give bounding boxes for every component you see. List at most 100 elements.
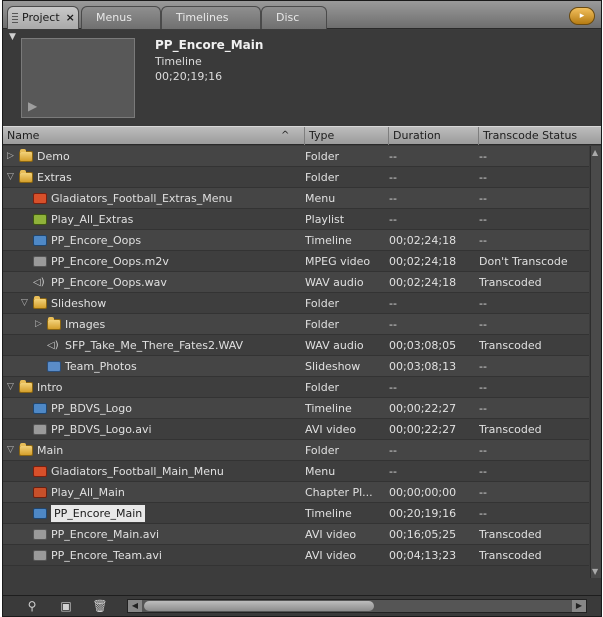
item-name[interactable]: Slideshow	[51, 293, 106, 314]
item-type: Slideshow	[305, 360, 361, 373]
video-icon	[33, 424, 47, 435]
item-duration: 00;03;08;13	[389, 360, 457, 373]
horizontal-scrollbar[interactable]: ◀ ▶	[127, 599, 587, 613]
grip-icon[interactable]	[12, 13, 18, 23]
scroll-right-icon[interactable]: ▶	[572, 600, 586, 612]
item-type: WAV audio	[305, 276, 364, 289]
timeline-icon	[33, 235, 47, 246]
item-name[interactable]: Main	[37, 440, 63, 461]
table-row[interactable]: PP_Encore_Main Timeline 00;20;19;16 --	[3, 503, 589, 524]
table-row[interactable]: ◁) SFP_Take_Me_There_Fates2.WAV WAV audio 0…	[3, 335, 589, 356]
folder-icon	[33, 296, 47, 309]
item-type: Folder	[305, 297, 339, 310]
table-row[interactable]: PP_BDVS_Logo Timeline 00;00;22;27 --	[3, 398, 589, 419]
header-status[interactable]: Transcode Status	[479, 127, 601, 145]
table-row[interactable]: ▽ Main Folder -- --	[3, 440, 589, 461]
project-panel: Project × Menus Timelines Disc ▸ ▼ ▶ PP_E…	[2, 0, 602, 617]
item-duration: 00;02;24;18	[389, 255, 457, 268]
expand-closed-icon[interactable]: ▷	[35, 314, 45, 335]
tab-project[interactable]: Project ×	[7, 6, 79, 29]
item-name[interactable]: PP_Encore_Oops.m2v	[51, 251, 169, 272]
table-row[interactable]: PP_BDVS_Logo.avi AVI video 00;00;22;27 Tran…	[3, 419, 589, 440]
item-name[interactable]: Extras	[37, 167, 72, 188]
item-duration: --	[389, 213, 397, 226]
table-row[interactable]: PP_Encore_Main.avi AVI video 00;16;05;25 Tr…	[3, 524, 589, 545]
name-cell: PP_Encore_Main	[3, 503, 303, 524]
header-name-label: Name	[7, 129, 40, 142]
item-type: AVI video	[305, 528, 357, 541]
name-cell: PP_Encore_Main.avi	[3, 524, 303, 545]
collapse-icon[interactable]: ▼	[9, 32, 16, 42]
item-name[interactable]: PP_Encore_Main	[51, 505, 146, 522]
scroll-up-icon[interactable]: ▲	[592, 148, 598, 157]
delete-icon[interactable]: 🗑	[91, 597, 109, 615]
item-status: --	[479, 318, 487, 331]
table-row[interactable]: Play_All_Main Chapter Pl... 00;00;00;00 --	[3, 482, 589, 503]
sort-ascending-icon[interactable]: ^	[281, 127, 289, 144]
table-row[interactable]: ▽ Intro Folder -- --	[3, 377, 589, 398]
item-name[interactable]: PP_BDVS_Logo	[51, 398, 132, 419]
name-cell: ▽ Main	[3, 440, 303, 461]
tab-disc[interactable]: Disc	[261, 6, 327, 29]
panel-menu-icon[interactable]: ▸	[569, 7, 595, 25]
name-cell: ▷ Images	[3, 314, 303, 335]
expand-open-icon[interactable]: ▽	[7, 440, 17, 461]
header-duration[interactable]: Duration	[389, 127, 479, 145]
item-name[interactable]: Gladiators_Football_Main_Menu	[51, 461, 224, 482]
item-status: --	[479, 402, 487, 415]
item-name[interactable]: Play_All_Main	[51, 482, 125, 503]
close-icon[interactable]: ×	[66, 11, 75, 24]
table-row[interactable]: Team_Photos Slideshow 00;03;08;13 --	[3, 356, 589, 377]
item-name[interactable]: Demo	[37, 146, 70, 167]
expand-open-icon[interactable]: ▽	[7, 167, 17, 188]
item-status: --	[479, 234, 487, 247]
item-type: Timeline	[305, 507, 352, 520]
item-status: Transcoded	[479, 276, 542, 289]
item-name[interactable]: PP_Encore_Team.avi	[51, 545, 162, 566]
item-name[interactable]: PP_Encore_Oops.wav	[51, 272, 167, 293]
scroll-down-icon[interactable]: ▼	[592, 567, 598, 576]
item-duration: 00;00;22;27	[389, 402, 457, 415]
expand-open-icon[interactable]: ▽	[21, 293, 31, 314]
item-name[interactable]: Team_Photos	[65, 356, 137, 377]
table-row[interactable]: ▽ Slideshow Folder -- --	[3, 293, 589, 314]
item-name[interactable]: PP_Encore_Oops	[51, 230, 141, 251]
item-duration: 00;02;24;18	[389, 276, 457, 289]
item-status: --	[479, 465, 487, 478]
header-type-label: Type	[309, 129, 335, 142]
table-row[interactable]: ▽ Extras Folder -- --	[3, 167, 589, 188]
preview-duration: 00;20;19;16	[155, 70, 223, 83]
item-name[interactable]: Intro	[37, 377, 63, 398]
table-row[interactable]: PP_Encore_Oops.m2v MPEG video 00;02;24;18 D…	[3, 251, 589, 272]
scroll-thumb[interactable]	[144, 601, 374, 611]
item-name[interactable]: PP_Encore_Main.avi	[51, 524, 159, 545]
table-row[interactable]: ◁) PP_Encore_Oops.wav WAV audio 00;02;24;18…	[3, 272, 589, 293]
find-icon[interactable]: ⚲	[23, 597, 41, 615]
item-name[interactable]: Gladiators_Football_Extras_Menu	[51, 188, 232, 209]
header-status-label: Transcode Status	[483, 129, 578, 142]
header-name[interactable]: Name ^	[3, 127, 305, 145]
item-duration: 00;00;00;00	[389, 486, 457, 499]
scroll-left-icon[interactable]: ◀	[128, 600, 142, 612]
expand-closed-icon[interactable]: ▷	[7, 146, 17, 167]
new-item-icon[interactable]: ▣	[57, 597, 75, 615]
table-row[interactable]: Gladiators_Football_Main_Menu Menu -- --	[3, 461, 589, 482]
expand-open-icon[interactable]: ▽	[7, 377, 17, 398]
tab-timelines[interactable]: Timelines	[161, 6, 261, 29]
item-name[interactable]: SFP_Take_Me_There_Fates2.WAV	[65, 335, 243, 356]
tab-menus[interactable]: Menus	[81, 6, 161, 29]
table-row[interactable]: ▷ Demo Folder -- --	[3, 146, 589, 167]
item-type: Folder	[305, 171, 339, 184]
table-row[interactable]: Gladiators_Football_Extras_Menu Menu -- --	[3, 188, 589, 209]
table-row[interactable]: PP_Encore_Team.avi AVI video 00;04;13;23 Tr…	[3, 545, 589, 566]
header-type[interactable]: Type	[305, 127, 389, 145]
table-row[interactable]: PP_Encore_Oops Timeline 00;02;24;18 --	[3, 230, 589, 251]
menu-icon	[33, 193, 47, 204]
item-name[interactable]: Images	[65, 314, 105, 335]
play-icon[interactable]: ▶	[28, 99, 42, 113]
vertical-scrollbar[interactable]: ▲ ▼	[590, 146, 601, 578]
item-name[interactable]: Play_All_Extras	[51, 209, 133, 230]
table-row[interactable]: ▷ Images Folder -- --	[3, 314, 589, 335]
table-row[interactable]: Play_All_Extras Playlist -- --	[3, 209, 589, 230]
item-name[interactable]: PP_BDVS_Logo.avi	[51, 419, 152, 440]
